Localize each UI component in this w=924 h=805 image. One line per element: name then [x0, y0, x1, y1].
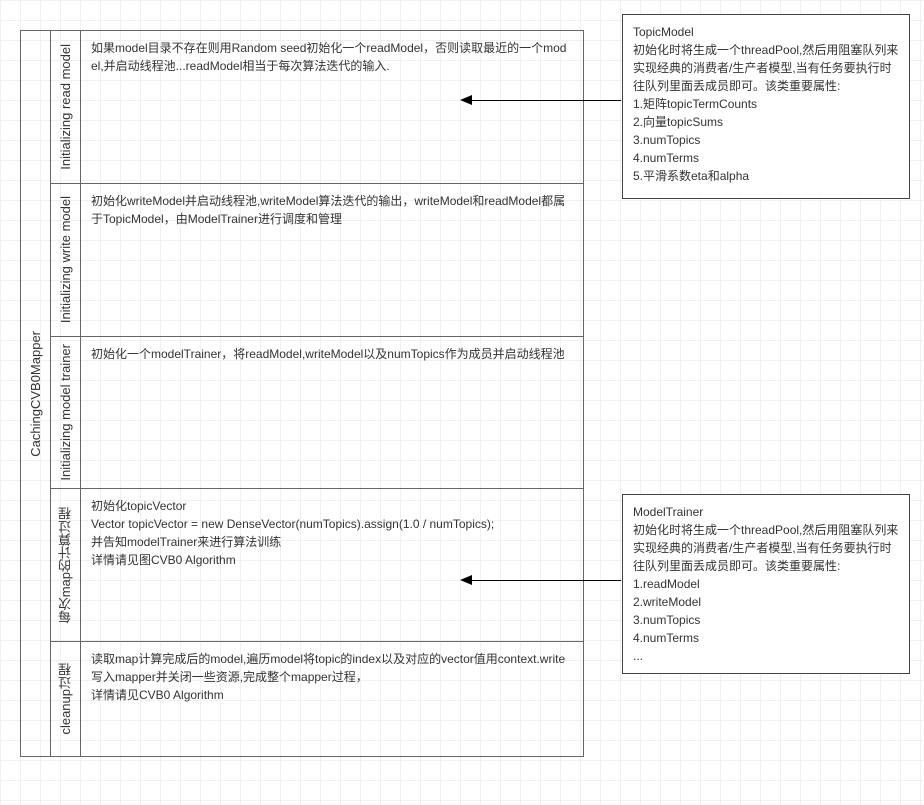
arrow-model-trainer-head-icon	[460, 575, 472, 585]
topic-model-box: TopicModel 初始化时将生成一个threadPool,然后用阻塞队列来实…	[622, 14, 910, 199]
outer-title-cell: CachingCVB0Mapper	[21, 31, 51, 756]
topic-model-item: 2.向量topicSums	[633, 113, 899, 131]
row-content: 初始化topicVectorVector topicVector = new D…	[81, 489, 583, 641]
row-title-cell: 每次map的计算过程	[51, 489, 81, 641]
topic-model-item: 4.numTerms	[633, 149, 899, 167]
arrow-model-trainer-line	[471, 580, 621, 581]
row-content: 初始化writeModel并启动线程池,writeModel算法迭代的输出，wr…	[81, 184, 583, 336]
row-title-cell: cleanup过程	[51, 642, 81, 756]
row-init-write-model: Initializing write model 初始化writeModel并启…	[51, 184, 583, 337]
outer-title: CachingCVB0Mapper	[28, 331, 43, 457]
row-title-cell: Initializing read model	[51, 31, 81, 183]
model-trainer-item: 1.readModel	[633, 575, 899, 593]
model-trainer-item: 2.writeModel	[633, 593, 899, 611]
topic-model-item: 5.平滑系数eta和alpha	[633, 167, 899, 185]
row-content: 读取map计算完成后的model,遍历model将topic的index以及对应…	[81, 642, 583, 756]
row-title: Initializing write model	[58, 196, 73, 323]
row-title: 每次map的计算过程	[56, 507, 75, 623]
arrow-topic-model-line	[471, 100, 621, 101]
topic-model-item: 1.矩阵topicTermCounts	[633, 95, 899, 113]
rows-container: Initializing read model 如果model目录不存在则用Ra…	[51, 31, 583, 756]
topic-model-item: 3.numTopics	[633, 131, 899, 149]
row-content: 如果model目录不存在则用Random seed初始化一个readModel，…	[81, 31, 583, 183]
row-title: Initializing read model	[58, 44, 73, 170]
row-init-read-model: Initializing read model 如果model目录不存在则用Ra…	[51, 31, 583, 184]
model-trainer-title: ModelTrainer	[633, 503, 899, 521]
arrow-topic-model-head-icon	[460, 95, 472, 105]
row-map-compute: 每次map的计算过程 初始化topicVectorVector topicVec…	[51, 489, 583, 642]
model-trainer-item: ...	[633, 647, 899, 665]
topic-model-body: 初始化时将生成一个threadPool,然后用阻塞队列来实现经典的消费者/生产者…	[633, 41, 899, 95]
row-title-cell: Initializing write model	[51, 184, 81, 336]
model-trainer-item: 4.numTerms	[633, 629, 899, 647]
topic-model-title: TopicModel	[633, 23, 899, 41]
row-cleanup: cleanup过程 读取map计算完成后的model,遍历model将topic…	[51, 642, 583, 756]
row-content: 初始化一个modelTrainer，将readModel,writeModel以…	[81, 337, 583, 489]
row-init-model-trainer: Initializing model trainer 初始化一个modelTra…	[51, 337, 583, 490]
row-title: cleanup过程	[56, 663, 75, 735]
model-trainer-body: 初始化时将生成一个threadPool,然后用阻塞队列来实现经典的消费者/生产者…	[633, 521, 899, 575]
row-title: Initializing model trainer	[58, 344, 73, 481]
model-trainer-item: 3.numTopics	[633, 611, 899, 629]
caching-cvb0-mapper-container: CachingCVB0Mapper Initializing read mode…	[20, 30, 584, 757]
row-title-cell: Initializing model trainer	[51, 337, 81, 489]
model-trainer-box: ModelTrainer 初始化时将生成一个threadPool,然后用阻塞队列…	[622, 494, 910, 674]
